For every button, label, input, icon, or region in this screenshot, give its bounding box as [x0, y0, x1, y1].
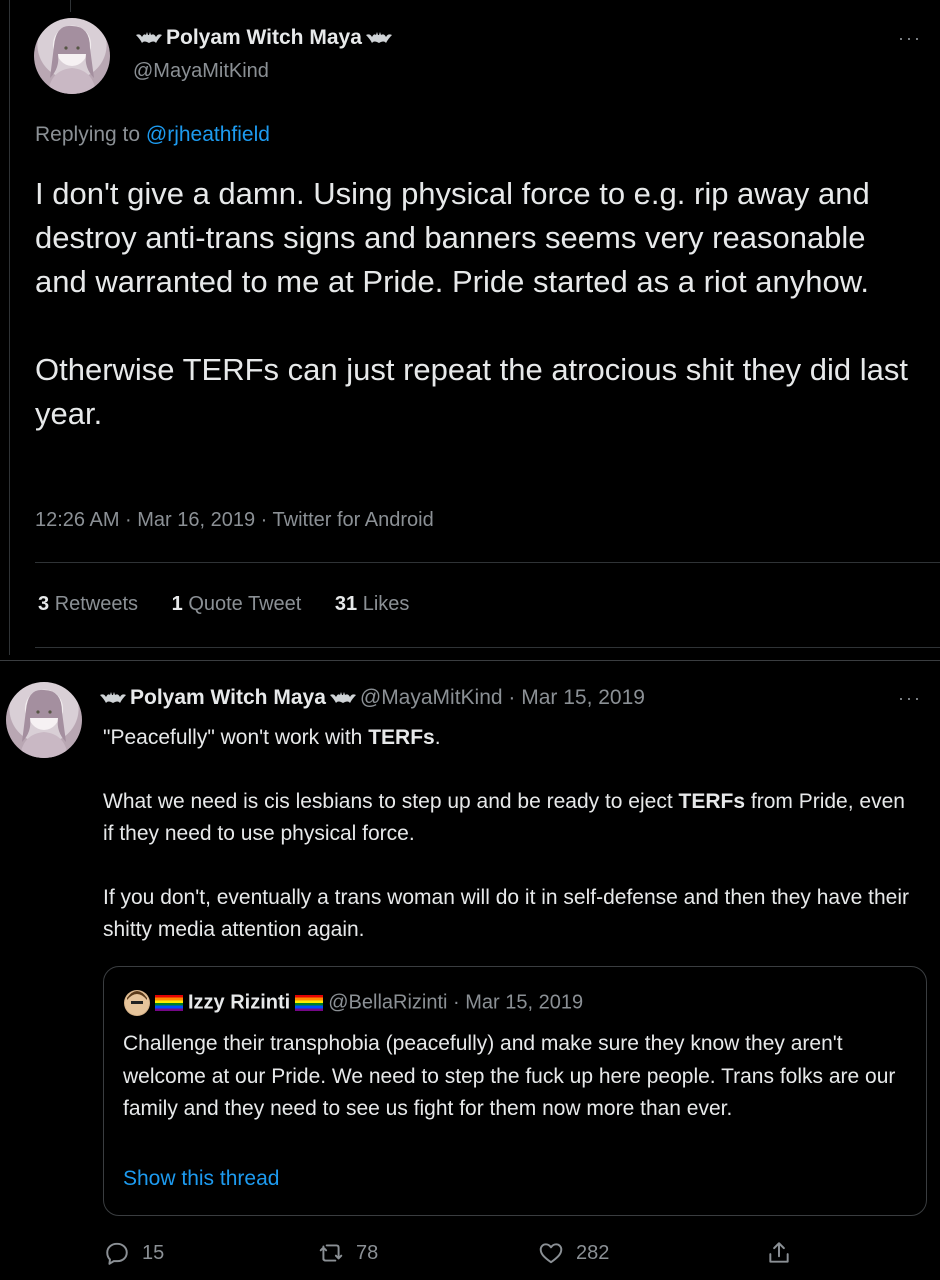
- avatar-illustration: [20, 689, 68, 758]
- bat-emoji-icon: [100, 691, 126, 705]
- divider: [35, 647, 940, 648]
- avatar[interactable]: [6, 682, 82, 758]
- heart-icon: [539, 1243, 563, 1264]
- tweet-text: I don't give a damn. Using physical forc…: [35, 172, 915, 436]
- tweet-meta[interactable]: 12:26 AM · Mar 16, 2019 · Twitter for An…: [35, 509, 434, 532]
- retweet-count: 78: [356, 1241, 379, 1264]
- quoted-avatar: [124, 990, 150, 1016]
- tweet-text-paragraph-3: If you don't, eventually a trans woman w…: [103, 886, 909, 941]
- tweet-header: Polyam Witch Maya @MayaMitKind · Mar 15, …: [100, 686, 645, 710]
- stats-row: 3 Retweets 1 Quote Tweet 31 Likes: [38, 593, 409, 616]
- avatar[interactable]: [34, 18, 110, 94]
- retweet-icon: [319, 1244, 343, 1262]
- like-count: 282: [576, 1241, 610, 1264]
- quoted-author-handle-date: @BellaRizinti · Mar 15, 2019: [328, 991, 584, 1014]
- bat-emoji-icon: [136, 31, 162, 45]
- tweet-text-paragraph-2: Otherwise TERFs can just repeat the atro…: [35, 352, 908, 431]
- retweets-stat[interactable]: 3 Retweets: [38, 593, 138, 615]
- bat-emoji-icon: [329, 691, 356, 705]
- share-button[interactable]: [766, 1240, 792, 1266]
- avatar-illustration: [48, 25, 96, 94]
- pride-flag-icon: [295, 995, 324, 1011]
- author-handle[interactable]: @MayaMitKind: [133, 60, 269, 83]
- replying-to-prefix: Replying to: [35, 123, 141, 146]
- replying-to: Replying to @rjheathfield: [35, 123, 270, 147]
- thread-connector-line-top: [70, 0, 71, 12]
- more-icon[interactable]: ···: [898, 28, 922, 49]
- author-name[interactable]: Polyam Witch Maya: [132, 26, 396, 50]
- section-divider: [0, 660, 940, 661]
- retweet-button[interactable]: 78: [318, 1240, 378, 1266]
- pride-flag-icon: [155, 995, 183, 1011]
- quote-tweets-stat[interactable]: 1 Quote Tweet: [172, 593, 302, 615]
- show-thread-link[interactable]: Show this thread: [123, 1167, 279, 1191]
- tweet-text-paragraph-2: What we need is cis lesbians to step up …: [103, 790, 905, 845]
- quoted-tweet-text: Challenge their transphobia (peacefully)…: [123, 1032, 896, 1120]
- author-name[interactable]: Polyam Witch Maya: [130, 686, 326, 709]
- tweet-text: "Peacefully" won't work with TERFs. What…: [103, 722, 913, 946]
- author-handle-date[interactable]: @MayaMitKind · Mar 15, 2019: [360, 686, 645, 709]
- divider: [35, 562, 940, 563]
- tweet-text-paragraph-1: I don't give a damn. Using physical forc…: [35, 176, 870, 299]
- reply-icon: [106, 1242, 128, 1265]
- thread-connector-line: [9, 0, 10, 655]
- reply-button[interactable]: 15: [104, 1240, 164, 1266]
- face-icon: [125, 991, 149, 1015]
- more-icon[interactable]: ···: [898, 688, 922, 709]
- bat-emoji-icon: [365, 31, 392, 45]
- tweet-text-line-1: "Peacefully" won't work with TERFs.: [103, 726, 441, 749]
- reply-count: 15: [142, 1241, 165, 1264]
- quoted-tweet-header: Izzy Rizinti @BellaRizinti · Mar 15, 2019: [124, 990, 583, 1016]
- like-button[interactable]: 282: [538, 1240, 609, 1266]
- replying-to-handle-link[interactable]: @rjheathfield: [146, 123, 270, 146]
- likes-stat[interactable]: 31 Likes: [335, 593, 410, 615]
- quoted-author-name: Izzy Rizinti: [188, 991, 291, 1014]
- author-name-text: Polyam Witch Maya: [166, 26, 362, 49]
- share-icon: [769, 1242, 789, 1263]
